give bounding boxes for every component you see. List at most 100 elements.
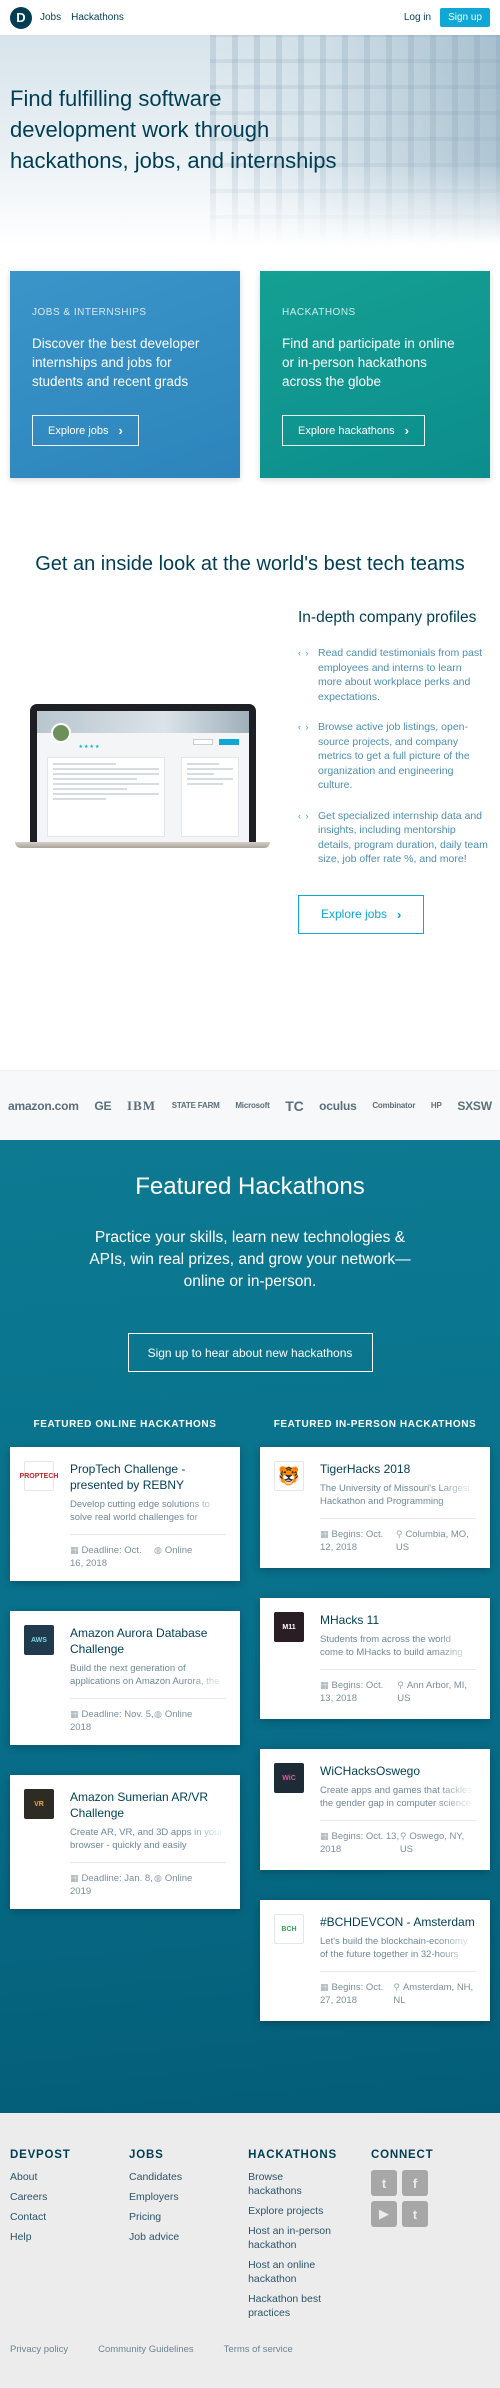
code-brackets-icon: ‹ › [298, 648, 310, 658]
hackathon-title[interactable]: PropTech Challenge - presented by REBNY [70, 1461, 226, 1493]
hackathons-card[interactable]: HACKATHONS Find and participate in onlin… [260, 271, 490, 478]
bullet-text: Get specialized internship data and insi… [318, 809, 488, 866]
hero-section: Find fulfilling software development wor… [0, 35, 500, 245]
footer-link-best-practices[interactable]: Hackathon best practices [248, 2292, 337, 2320]
chevron-right-icon: › [404, 423, 409, 438]
footer-link-help[interactable]: Help [10, 2230, 129, 2244]
hackathon-location: Online [164, 1709, 193, 1720]
footer-link-pricing[interactable]: Pricing [129, 2210, 248, 2224]
chevron-right-icon: › [118, 423, 123, 438]
oculus-logo: oculus [319, 1098, 357, 1113]
hackathon-description: Let's build the blockchain-economy of th… [320, 1936, 468, 1960]
hero-title: Find fulfilling software development wor… [10, 86, 337, 173]
profiles-info: In-depth company profiles ‹ › Read candi… [298, 609, 488, 934]
footer-link-host-online[interactable]: Host an online hackathon [248, 2258, 337, 2286]
footer-link-candidates[interactable]: Candidates [129, 2170, 248, 2184]
microsoft-logo: Microsoft [235, 1101, 270, 1110]
footer-link-careers[interactable]: Careers [10, 2190, 129, 2204]
hackathon-description: Students from across the world come to M… [320, 1634, 463, 1658]
profile-bullet: ‹ › Read candid testimonials from past e… [298, 646, 488, 704]
footer-jobs-title: JOBS [129, 2149, 164, 2161]
explore-jobs-profile-button[interactable]: Explore jobs › [298, 894, 425, 934]
hackathon-title[interactable]: TigerHacks 2018 [320, 1461, 476, 1477]
map-pin-icon: ⚲ [397, 1680, 404, 1690]
calendar-icon: ▦ [70, 1873, 79, 1883]
hackathon-columns: FEATURED ONLINE HACKATHONS PROPTECH Prop… [10, 1419, 490, 2051]
community-guidelines-link[interactable]: Community Guidelines [98, 2344, 194, 2355]
twitter-icon[interactable]: t [370, 2170, 397, 2196]
featured-subtitle: Practice your skills, learn new technolo… [89, 1229, 411, 1290]
inperson-column-title: FEATURED IN-PERSON HACKATHONS [273, 1419, 477, 1430]
calendar-icon: ▦ [70, 1709, 79, 1719]
hackathon-card[interactable]: AWS Amazon Aurora Database Challenge Bui… [10, 1611, 240, 1745]
hackathon-location: Columbia, MO, US [395, 1529, 469, 1553]
jobs-card[interactable]: JOBS & INTERNSHIPS Discover the best dev… [10, 271, 240, 478]
footer-legal-links: Privacy policy Community Guidelines Term… [10, 2344, 323, 2355]
privacy-policy-link[interactable]: Privacy policy [10, 2344, 68, 2355]
bullet-text: Browse active job listings, open-source … [318, 721, 470, 791]
hackathon-card[interactable]: M11 MHacks 11 Students from across the w… [260, 1598, 490, 1719]
footer-link-about[interactable]: About [10, 2170, 129, 2184]
devpost-logo[interactable]: D [10, 6, 32, 29]
footer-link-employers[interactable]: Employers [129, 2190, 248, 2204]
footer-connect-column: CONNECT t f ▶ t [370, 2149, 490, 2326]
jobs-card-kicker: JOBS & INTERNSHIPS [32, 307, 147, 318]
footer-link-job-advice[interactable]: Job advice [129, 2230, 248, 2244]
profile-screenshot: ★★★★ [36, 711, 249, 842]
online-hackathons-column: FEATURED ONLINE HACKATHONS PROPTECH Prop… [10, 1419, 240, 2051]
hackathon-location: Online [164, 1545, 193, 1556]
hackathon-description: The University of Missouri's Largest Hac… [320, 1483, 471, 1507]
techcrunch-logo: TC [285, 1097, 304, 1114]
social-icons: t f ▶ t [370, 2170, 490, 2227]
hackathon-thumbnail: 🐯 [274, 1461, 304, 1491]
hackathon-title[interactable]: Amazon Sumerian AR/VR Challenge [70, 1789, 226, 1821]
hackathon-card[interactable]: VR Amazon Sumerian AR/VR Challenge Creat… [10, 1775, 240, 1909]
bullet-text: Read candid testimonials from past emplo… [318, 647, 482, 703]
footer-devpost-column: DEVPOST About Careers Contact Help [10, 2149, 129, 2326]
youtube-icon[interactable]: ▶ [370, 2201, 397, 2227]
profile-bullet: ‹ › Get specialized internship data and … [298, 809, 488, 867]
footer-link-host-inperson[interactable]: Host an in-person hackathon [248, 2224, 337, 2252]
facebook-icon[interactable]: f [401, 2170, 428, 2196]
hackathon-card[interactable]: WiC WiCHacksOswego Create apps and games… [260, 1749, 490, 1870]
footer-link-explore-projects[interactable]: Explore projects [248, 2204, 337, 2218]
hackathon-card[interactable]: 🐯 TigerHacks 2018 The University of Miss… [260, 1447, 490, 1568]
laptop-base [15, 842, 270, 848]
signup-button[interactable]: Sign up [440, 8, 490, 27]
footer-link-browse-hackathons[interactable]: Browse hackathons [248, 2170, 337, 2198]
company-profiles-section: ★★★★ In-depth company profiles ‹ › Read … [0, 609, 500, 1004]
login-link[interactable]: Log in [404, 12, 431, 23]
hackathon-signup-button[interactable]: Sign up to hear about new hackathons [127, 1333, 373, 1372]
footer-devpost-title: DEVPOST [10, 2149, 71, 2161]
footer-jobs-column: JOBS Candidates Employers Pricing Job ad… [129, 2149, 248, 2326]
hackathon-description: Create apps and games that tackles the g… [320, 1785, 473, 1809]
nav-jobs-link[interactable]: Jobs [40, 12, 61, 23]
jobs-card-text: Discover the best developer internships … [32, 336, 200, 389]
hackathon-thumbnail: AWS [24, 1625, 54, 1655]
explore-jobs-button[interactable]: Explore jobs › [32, 415, 139, 446]
laptop-screen: ★★★★ [29, 704, 256, 842]
partner-logos: amazon.com GE IBM STATE FARM Microsoft T… [0, 1070, 500, 1140]
nav-hackathons-link[interactable]: Hackathons [71, 12, 124, 23]
tumblr-icon[interactable]: t [401, 2201, 428, 2227]
hackathon-title[interactable]: #BCHDEVCON - Amsterdam [320, 1914, 476, 1930]
hackathon-title[interactable]: MHacks 11 [320, 1612, 476, 1628]
hackathon-date: Begins: Oct. 13, 2018 [320, 1680, 384, 1704]
terms-of-service-link[interactable]: Terms of service [224, 2344, 293, 2355]
ibm-logo: IBM [127, 1097, 157, 1113]
hackathon-date: Deadline: Oct. 16, 2018 [70, 1545, 142, 1569]
hackathon-description: Create AR, VR, and 3D apps in your brows… [70, 1827, 223, 1851]
hackathon-description: Build the next generation of application… [70, 1663, 220, 1687]
hackathon-card[interactable]: BCH #BCHDEVCON - Amsterdam Let's build t… [260, 1900, 490, 2021]
hackathon-title[interactable]: Amazon Aurora Database Challenge [70, 1625, 226, 1657]
globe-icon: ◍ [154, 1709, 162, 1719]
feature-cards: JOBS & INTERNSHIPS Discover the best dev… [0, 245, 500, 478]
inside-look-title: Get an inside look at the world's best t… [35, 553, 465, 575]
laptop-illustration: ★★★★ [15, 704, 270, 848]
explore-hackathons-label: Explore hackathons [298, 424, 395, 437]
footer-connect-title: CONNECT [370, 2149, 434, 2161]
hackathon-title[interactable]: WiCHacksOswego [320, 1763, 476, 1779]
hackathon-card[interactable]: PROPTECH PropTech Challenge - presented … [10, 1447, 240, 1581]
footer-link-contact[interactable]: Contact [10, 2210, 129, 2224]
explore-hackathons-button[interactable]: Explore hackathons › [282, 415, 425, 446]
